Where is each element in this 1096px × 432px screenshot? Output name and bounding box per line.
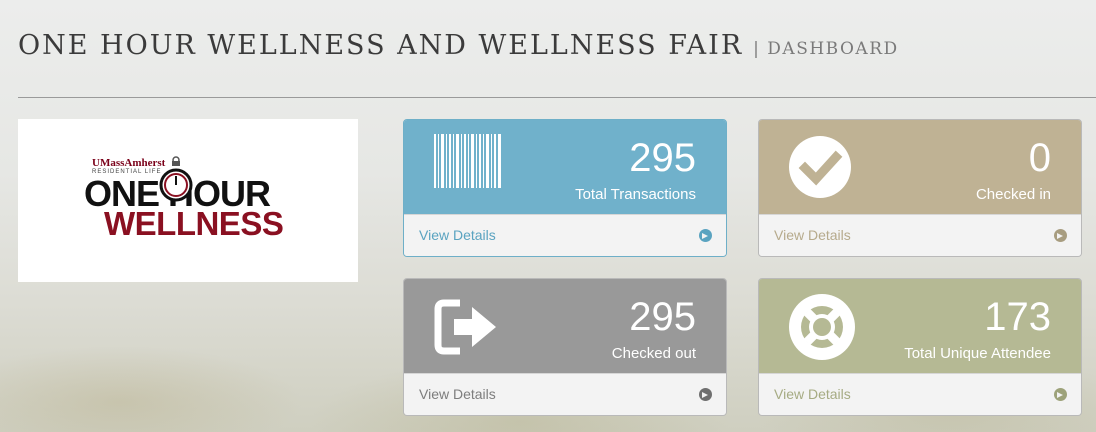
panel-heading: 295 Total Transactions [404, 120, 726, 216]
event-logo: UMassAmherst RESIDENTIAL LIFE ONE HOUR W… [18, 119, 358, 282]
view-details-label[interactable]: View Details [774, 386, 851, 402]
panel-label: Checked in [975, 186, 1051, 203]
page-title: ONE HOUR WELLNESS AND WELLNESS FAIR [18, 30, 744, 61]
logo-university: UMassAmherst [92, 157, 166, 169]
view-details-link[interactable]: View Details [404, 373, 726, 415]
arrow-circle-right-icon[interactable] [1054, 229, 1067, 242]
panel-heading: 295 Checked out [404, 279, 726, 375]
panel-number: 0 [1028, 136, 1051, 180]
panel-heading: 0 Checked in [759, 120, 1081, 216]
arrow-circle-right-icon[interactable] [699, 229, 712, 242]
header-divider [18, 97, 1096, 98]
panel-number: 295 [629, 136, 696, 180]
panel-number: 295 [629, 295, 696, 339]
panel-label: Total Unique Attendee [904, 345, 1051, 362]
page-subtitle: | DASHBOARD [753, 39, 899, 59]
checked-in-panel: 0 Checked in View Details [758, 119, 1082, 257]
logo-artwork: UMassAmherst RESIDENTIAL LIFE ONE HOUR W… [84, 151, 314, 261]
barcode-icon [434, 134, 501, 188]
panel-label: Checked out [611, 345, 696, 362]
total-transactions-panel: 295 Total Transactions View Details [403, 119, 727, 257]
stopwatch-icon [159, 156, 193, 202]
sign-out-icon [434, 299, 496, 355]
panel-number: 173 [984, 295, 1051, 339]
view-details-label[interactable]: View Details [774, 227, 851, 243]
logo-line2: WELLNESS [104, 205, 284, 242]
view-details-link[interactable]: View Details [759, 214, 1081, 256]
panel-label: Total Transactions [575, 186, 696, 203]
view-details-label[interactable]: View Details [419, 227, 496, 243]
page-header: ONE HOUR WELLNESS AND WELLNESS FAIR | DA… [18, 30, 899, 61]
checked-out-panel: 295 Checked out View Details [403, 278, 727, 416]
check-circle-icon [789, 136, 851, 198]
view-details-label[interactable]: View Details [419, 386, 496, 402]
arrow-circle-right-icon[interactable] [699, 388, 712, 401]
life-ring-icon [789, 294, 855, 360]
panel-heading: 173 Total Unique Attendee [759, 279, 1081, 375]
view-details-link[interactable]: View Details [404, 214, 726, 256]
arrow-circle-right-icon[interactable] [1054, 388, 1067, 401]
total-unique-attendee-panel: 173 Total Unique Attendee View Details [758, 278, 1082, 416]
view-details-link[interactable]: View Details [759, 373, 1081, 415]
